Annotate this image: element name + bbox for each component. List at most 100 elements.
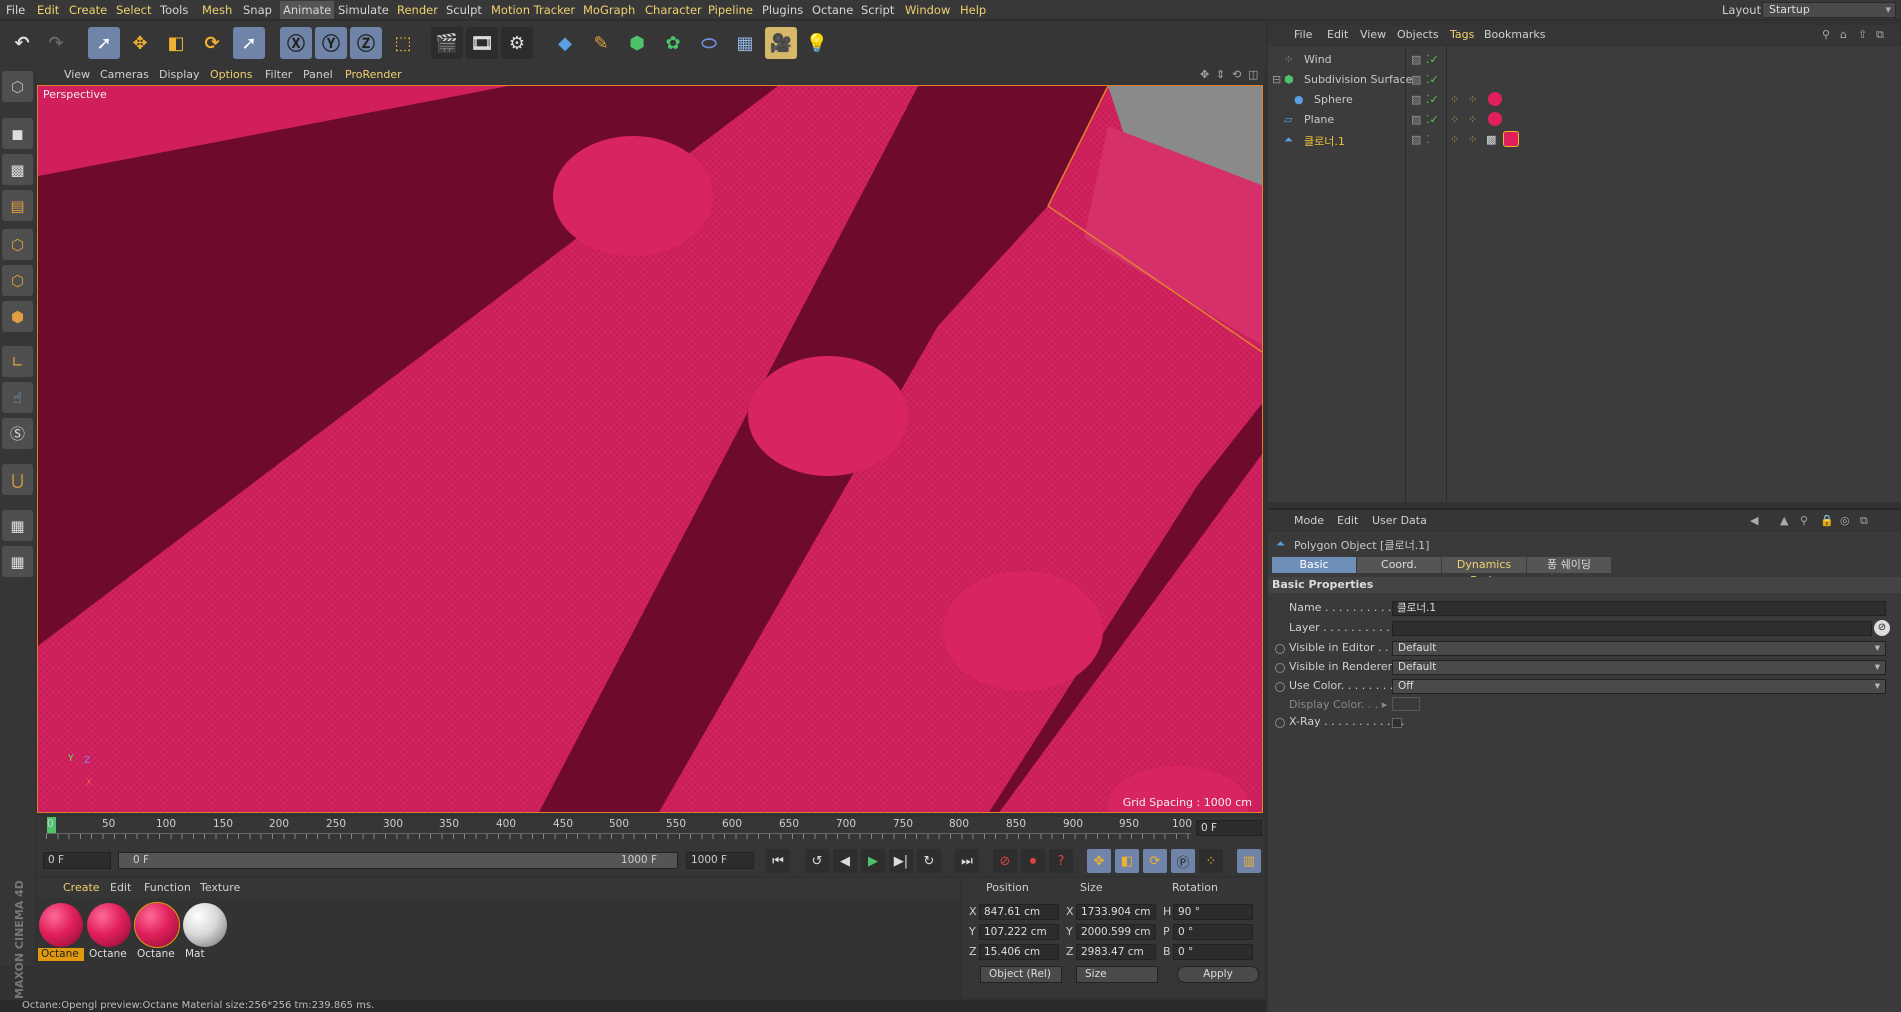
rotation-b-field[interactable]: 0 ° (1173, 944, 1253, 960)
subdivision-surface-icon[interactable]: ⬢ (621, 27, 653, 59)
position-x-field[interactable]: 847.61 cm (979, 904, 1059, 920)
recent-tool-icon[interactable]: ➚ (233, 27, 265, 59)
planar-workplane-icon[interactable]: ▦ (2, 546, 33, 577)
om-menu-edit[interactable]: Edit (1327, 28, 1348, 41)
redo-icon[interactable]: ↷ (40, 27, 72, 59)
radio-icon[interactable] (1275, 663, 1285, 673)
am-menu-edit[interactable]: Edit (1337, 514, 1358, 527)
edges-mode-icon[interactable]: ⬡ (2, 265, 33, 296)
radio-icon[interactable] (1275, 644, 1285, 654)
layer-icon[interactable]: ▨ (1411, 53, 1421, 66)
radio-icon[interactable] (1275, 682, 1285, 692)
camera-icon[interactable]: 🎥 (765, 27, 797, 59)
menu-motion-tracker[interactable]: Motion Tracker (491, 3, 575, 17)
scale-icon[interactable]: ◧ (160, 27, 192, 59)
display-color-swatch[interactable] (1392, 697, 1420, 711)
menu-sculpt[interactable]: Sculpt (446, 3, 482, 17)
menu-script[interactable]: Script (861, 3, 894, 17)
material-menu-function[interactable]: Function (144, 881, 191, 894)
layer-icon[interactable]: ▨ (1411, 113, 1421, 126)
current-frame-field[interactable]: 0 F (1196, 820, 1262, 836)
tag-icon[interactable]: ⁘ (1468, 113, 1477, 126)
key-scale-icon[interactable]: ◧ (1115, 849, 1139, 873)
menu-snap[interactable]: Snap (243, 3, 272, 17)
timeline-ruler[interactable] (46, 833, 1191, 839)
menu-plugins[interactable]: Plugins (762, 3, 803, 17)
material-tag-icon[interactable] (1488, 92, 1502, 106)
frame-range-slider[interactable]: 0 F 1000 F (118, 852, 678, 869)
material-swatch[interactable]: Octane (134, 902, 180, 961)
menu-window[interactable]: Window (905, 3, 950, 17)
key-rotation-icon[interactable]: ⟳ (1143, 849, 1167, 873)
play-icon[interactable]: ▶ (861, 849, 885, 873)
layer-icon[interactable]: ▨ (1411, 133, 1421, 146)
start-frame-field[interactable]: 0 F (43, 852, 111, 869)
collapse-icon[interactable]: ⊟ (1272, 73, 1281, 86)
size-z-field[interactable]: 2983.47 cm (1076, 944, 1156, 960)
menu-help[interactable]: Help (960, 3, 986, 17)
am-menu-mode[interactable]: Mode (1294, 514, 1324, 527)
tab-dynamics-body[interactable]: Dynamics Body (1442, 557, 1526, 587)
viewport-menu-panel[interactable]: Panel (303, 68, 333, 81)
menu-character[interactable]: Character (645, 3, 702, 17)
menu-pipeline[interactable]: Pipeline (708, 3, 753, 17)
cube-object-icon[interactable]: ◆ (549, 27, 581, 59)
apply-button[interactable]: Apply (1177, 966, 1259, 983)
object-row-subdivision-surface[interactable]: ⊟ ⬢ Subdivision Surface ▨ ⁚✓ (1268, 70, 1898, 89)
render-settings-icon[interactable]: ⚙ (501, 27, 533, 59)
menu-edit[interactable]: Edit (37, 3, 59, 17)
viewport-menu-options[interactable]: Options (210, 68, 252, 81)
coordinate-mode-select[interactable]: Object (Rel) (980, 966, 1062, 983)
visibility-dots-icon[interactable]: ⁚ (1426, 133, 1430, 146)
light-icon[interactable]: 💡 (801, 27, 833, 59)
move-icon[interactable]: ✥ (124, 27, 156, 59)
menu-file[interactable]: File (6, 3, 25, 17)
tweak-mode-icon[interactable]: ☝ (2, 382, 33, 413)
points-mode-icon[interactable]: ⬡ (2, 229, 33, 260)
menu-mograph[interactable]: MoGraph (583, 3, 635, 17)
keyframe-selection-icon[interactable]: ? (1049, 849, 1073, 873)
live-selection-icon[interactable]: ➚ (88, 27, 120, 59)
rotate-icon[interactable]: ⟳ (196, 27, 228, 59)
render-picture-viewer-icon[interactable]: 🎞 (466, 27, 498, 59)
viewport-move-icon[interactable]: ✥ (1200, 68, 1209, 81)
previous-key-icon[interactable]: ↺ (805, 849, 829, 873)
up-arrow-icon[interactable]: ▲ (1780, 514, 1788, 527)
phong-tag-icon[interactable]: ⁘ (1450, 113, 1459, 126)
layer-picker-icon[interactable]: ⊘ (1874, 620, 1890, 636)
tab-phong-shading[interactable]: 퐁 쉐이딩 (1527, 557, 1611, 573)
home-icon[interactable]: ⌂ (1840, 28, 1847, 41)
menu-create[interactable]: Create (69, 3, 107, 17)
tab-basic[interactable]: Basic (1272, 557, 1356, 573)
menu-simulate[interactable]: Simulate (338, 3, 389, 17)
back-arrow-icon[interactable]: ◀ (1750, 514, 1758, 527)
up-icon[interactable]: ⇧ (1858, 28, 1867, 41)
am-menu-user-data[interactable]: User Data (1372, 514, 1427, 527)
om-menu-file[interactable]: File (1294, 28, 1312, 41)
next-frame-icon[interactable]: ▶| (889, 849, 913, 873)
visibility-check-icon[interactable]: ⁚✓ (1426, 113, 1439, 126)
menu-octane[interactable]: Octane (812, 3, 853, 17)
search-icon[interactable]: ⚲ (1822, 28, 1830, 41)
visibility-check-icon[interactable]: ⁚✓ (1426, 53, 1439, 66)
material-swatch[interactable]: Octane (38, 903, 84, 961)
visible-editor-select[interactable]: Default (1392, 641, 1886, 656)
go-to-start-icon[interactable]: ⏮ (766, 849, 790, 873)
om-menu-view[interactable]: View (1360, 28, 1386, 41)
material-menu-create[interactable]: Create (63, 881, 100, 894)
render-view-icon[interactable]: 🎬 (431, 27, 463, 59)
tab-coord[interactable]: Coord. (1357, 557, 1441, 573)
visibility-check-icon[interactable]: ⁚✓ (1426, 93, 1439, 106)
rotation-p-field[interactable]: 0 ° (1173, 924, 1253, 940)
lock-workplane-icon[interactable]: ▦ (2, 510, 33, 541)
x-axis-icon[interactable]: Ⓧ (280, 27, 312, 59)
use-color-select[interactable]: Off (1392, 679, 1886, 694)
timeline[interactable]: 0 50 100 150 200 250 300 350 400 450 500… (36, 817, 1264, 845)
deformer-icon[interactable]: ⬭ (693, 27, 725, 59)
coordinate-system-icon[interactable]: ⬚ (387, 27, 419, 59)
tag-icon[interactable]: ⁘ (1468, 93, 1477, 106)
viewport-maximize-icon[interactable]: ◫ (1248, 68, 1258, 81)
layer-field[interactable] (1392, 621, 1872, 636)
key-point-level-icon[interactable]: ⁘ (1199, 849, 1223, 873)
model-mode-icon[interactable]: ◼ (2, 118, 33, 149)
